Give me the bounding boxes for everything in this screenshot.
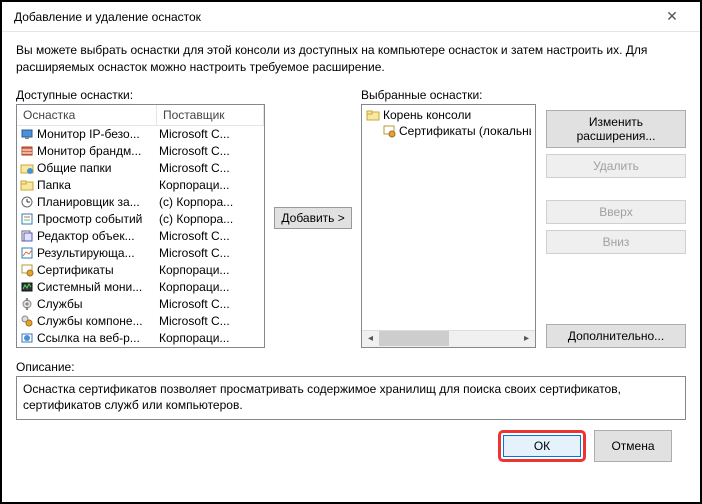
comp-svc-icon [20, 314, 34, 328]
snapin-vendor: Корпораци... [159, 331, 261, 345]
available-label: Доступные оснастки: [16, 88, 265, 102]
clock-icon [20, 195, 34, 209]
snapin-vendor: Корпораци... [159, 263, 261, 277]
middle-panel: Добавить > [265, 88, 361, 348]
description-section: Описание: Оснастка сертификатов позволяе… [16, 360, 686, 420]
tree-root-label: Корень консоли [383, 108, 471, 122]
col-vendor[interactable]: Поставщик [157, 105, 264, 125]
snapin-name: Монитор брандм... [37, 144, 159, 158]
list-item[interactable]: Результирующа...Microsoft C... [17, 245, 264, 262]
scroll-left-icon[interactable]: ◂ [362, 331, 379, 346]
titlebar: Добавление и удаление оснасток ✕ [2, 2, 700, 32]
available-listview[interactable]: Оснастка Поставщик Монитор IP-безо...Mic… [16, 104, 265, 348]
description-label: Описание: [16, 360, 686, 374]
intro-text: Вы можете выбрать оснастки для этой конс… [16, 42, 686, 76]
snapin-name: Просмотр событий [37, 212, 159, 226]
snapin-vendor: Microsoft C... [159, 229, 261, 243]
content-area: Вы можете выбрать оснастки для этой конс… [2, 32, 700, 472]
listview-body[interactable]: Монитор IP-безо...Microsoft C...Монитор … [17, 126, 264, 346]
snapin-name: Службы [37, 297, 159, 311]
snapin-vendor: (c) Корпора... [159, 212, 261, 226]
selected-label: Выбранные оснастки: [361, 88, 536, 102]
list-item[interactable]: Редактор объек...Microsoft C... [17, 228, 264, 245]
cancel-button[interactable]: Отмена [594, 430, 672, 462]
events-icon [20, 212, 34, 226]
snapin-name: Результирующа... [37, 246, 159, 260]
list-item[interactable]: СертификатыКорпораци... [17, 262, 264, 279]
results-icon [20, 246, 34, 260]
horizontal-scrollbar[interactable]: ◂ ▸ [362, 330, 535, 347]
firewall-icon [20, 144, 34, 158]
close-icon[interactable]: ✕ [652, 3, 692, 31]
snapin-name: Ссылка на веб-р... [37, 331, 159, 345]
snapin-vendor: Microsoft C... [159, 161, 261, 175]
edit-extensions-button[interactable]: Изменить расширения... [546, 110, 686, 148]
down-button: Вниз [546, 230, 686, 254]
right-panel: Выбранные оснастки: Корень консоли [361, 88, 686, 348]
up-button: Вверх [546, 200, 686, 224]
list-item[interactable]: Просмотр событий(c) Корпора... [17, 211, 264, 228]
add-button[interactable]: Добавить > [274, 207, 351, 229]
selected-wrap: Выбранные оснастки: Корень консоли [361, 88, 536, 348]
description-text: Оснастка сертификатов позволяет просматр… [16, 376, 686, 420]
advanced-button[interactable]: Дополнительно... [546, 324, 686, 348]
list-item[interactable]: Монитор брандм...Microsoft C... [17, 143, 264, 160]
tree-child[interactable]: Сертификаты (локальный ко [364, 123, 533, 139]
snapin-vendor: Microsoft C... [159, 297, 261, 311]
footer-buttons: ОК Отмена [16, 420, 686, 462]
folder-share-icon [20, 161, 34, 175]
snapin-vendor: Microsoft C... [159, 144, 261, 158]
snapin-vendor: Microsoft C... [159, 127, 261, 141]
gpedit-icon [20, 229, 34, 243]
snapin-name: Планировщик за... [37, 195, 159, 209]
snapin-name: Общие папки [37, 161, 159, 175]
ok-highlight: ОК [498, 430, 586, 462]
selected-tree[interactable]: Корень консоли Сертификаты (локальный ко… [361, 104, 536, 348]
ok-button[interactable]: ОК [503, 435, 581, 457]
listview-header: Оснастка Поставщик [17, 105, 264, 126]
web-link-icon [20, 331, 34, 345]
remove-button: Удалить [546, 154, 686, 178]
snapin-vendor: (c) Корпора... [159, 195, 261, 209]
tree-child-label: Сертификаты (локальный ко [399, 124, 531, 138]
monitor-icon [20, 127, 34, 141]
snapin-vendor: Корпораци... [159, 280, 261, 294]
scroll-right-icon[interactable]: ▸ [518, 331, 535, 346]
list-item[interactable]: ПапкаКорпораци... [17, 177, 264, 194]
col-snapin[interactable]: Оснастка [17, 105, 157, 125]
sysmon-icon [20, 280, 34, 294]
snapin-vendor: Корпораци... [159, 178, 261, 192]
cert-icon [382, 124, 396, 138]
snapin-name: Монитор IP-безо... [37, 127, 159, 141]
snapin-name: Папка [37, 178, 159, 192]
services-icon [20, 297, 34, 311]
snapin-vendor: Microsoft C... [159, 314, 261, 328]
list-item[interactable]: Монитор IP-безо...Microsoft C... [17, 126, 264, 143]
snapin-name: Системный мони... [37, 280, 159, 294]
snapin-name: Сертификаты [37, 263, 159, 277]
list-item[interactable]: Ссылка на веб-р...Корпораци... [17, 330, 264, 346]
list-item[interactable]: Общие папкиMicrosoft C... [17, 160, 264, 177]
list-item[interactable]: Планировщик за...(c) Корпора... [17, 194, 264, 211]
right-button-column: Изменить расширения... Удалить Вверх Вни… [546, 88, 686, 348]
tree-root[interactable]: Корень консоли [364, 107, 533, 123]
list-item[interactable]: СлужбыMicrosoft C... [17, 296, 264, 313]
snapin-vendor: Microsoft C... [159, 246, 261, 260]
window-title: Добавление и удаление оснасток [14, 10, 201, 24]
list-item[interactable]: Системный мони...Корпораци... [17, 279, 264, 296]
list-item[interactable]: Службы компоне...Microsoft C... [17, 313, 264, 330]
snapin-name: Редактор объек... [37, 229, 159, 243]
available-panel: Доступные оснастки: Оснастка Поставщик М… [16, 88, 265, 348]
folder-icon [20, 178, 34, 192]
cert-icon [20, 263, 34, 277]
folder-icon [366, 108, 380, 122]
snapin-name: Службы компоне... [37, 314, 159, 328]
